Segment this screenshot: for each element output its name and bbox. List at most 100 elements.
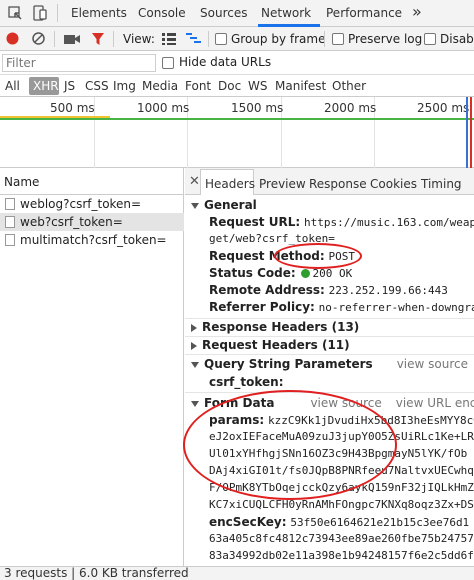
tab-performance[interactable]: Performance [326, 6, 402, 20]
request-headers-section-header[interactable]: Request Headers (11) [191, 338, 350, 352]
network-toolbar: View: Group by frame Preserve log Disabl [0, 27, 474, 51]
field-label: encSecKey: [209, 515, 287, 529]
request-method-row: Request Method: POST [209, 249, 355, 263]
device-toolbar-icon[interactable] [32, 5, 48, 21]
timeline-overview[interactable]: 500 ms 1000 ms 1500 ms 2000 ms 2500 ms [0, 97, 474, 168]
encseckey-row: encSecKey: 53f50e6164621e21b15c3ee76d1 [209, 515, 469, 529]
tab-sources[interactable]: Sources [200, 6, 247, 20]
section-divider [185, 336, 474, 337]
general-section-header[interactable]: General [191, 198, 257, 212]
tab-timing[interactable]: Timing [421, 177, 462, 191]
tab-console[interactable]: Console [138, 6, 186, 20]
divider [208, 31, 209, 47]
divider [57, 4, 58, 22]
type-img[interactable]: Img [113, 79, 136, 93]
clear-icon[interactable] [32, 32, 45, 45]
type-font[interactable]: Font [185, 79, 211, 93]
params-value-line: KC7xiCUQLCFH0yRnAMhFOngpc7KNXq8oqz3Zx+DS [209, 498, 474, 511]
domcontentloaded-marker [466, 97, 468, 168]
field-label: Remote Address: [209, 283, 325, 297]
timeline-bar [0, 118, 474, 120]
section-title: Form Data [204, 396, 275, 410]
tab-response[interactable]: Response [309, 177, 367, 191]
type-css[interactable]: CSS [85, 79, 109, 93]
timeline-label: 500 ms [50, 101, 95, 115]
devtools-tab-bar: Elements Console Sources Network Perform… [0, 0, 474, 27]
expand-triangle-icon [191, 361, 199, 368]
type-ws[interactable]: WS [248, 79, 267, 93]
type-media[interactable]: Media [142, 79, 178, 93]
resource-type-filter: All XHR JS CSS Img Media Font Doc WS Man… [0, 75, 474, 97]
params-value-line: eJ2oxIEFaceMuA09zuJ3jupY0O5ZsUiRLc1Ke+LR [209, 430, 474, 443]
request-url-row: Request URL: https://music.163.com/weapi… [209, 215, 474, 229]
disable-cache-checkbox[interactable] [424, 33, 436, 45]
divider [113, 31, 114, 47]
tab-headers[interactable]: Headers [205, 177, 255, 191]
request-row[interactable]: weblog?csrf_token= [0, 195, 184, 213]
expand-triangle-icon [191, 202, 199, 209]
type-js[interactable]: JS [64, 79, 75, 93]
section-title: General [204, 198, 257, 212]
large-rows-icon[interactable] [162, 33, 176, 45]
hide-data-urls-checkbox[interactable] [162, 57, 174, 69]
query-string-section-header[interactable]: Query String Parameters view source [191, 357, 468, 371]
overview-waterfall-icon[interactable] [186, 33, 201, 45]
timeline-label: 2000 ms [324, 101, 377, 115]
group-by-frame-checkbox[interactable] [215, 33, 227, 45]
field-label: params: [209, 413, 265, 427]
view-url-encoded-link[interactable]: view URL encoded [396, 396, 474, 410]
timeline-label: 1000 ms [137, 101, 190, 115]
type-manifest[interactable]: Manifest [275, 79, 326, 93]
field-label: Status Code: [209, 266, 296, 280]
request-row[interactable]: multimatch?csrf_token= [0, 231, 184, 249]
document-icon [5, 216, 15, 228]
tab-preview[interactable]: Preview [259, 177, 306, 191]
tab-network[interactable]: Network [261, 6, 311, 20]
request-row-selected[interactable]: web?csrf_token= [0, 213, 184, 231]
divider [324, 31, 325, 47]
name-column-header[interactable]: Name [0, 168, 184, 195]
record-icon[interactable] [6, 32, 19, 45]
remote-address-value: 223.252.199.66:443 [328, 284, 448, 297]
capture-screenshots-icon[interactable] [64, 33, 80, 45]
form-data-section-header[interactable]: Form Data view source view URL encoded [191, 396, 474, 410]
type-xhr[interactable]: XHR [33, 79, 59, 93]
type-doc[interactable]: Doc [218, 79, 241, 93]
referrer-policy-value: no-referrer-when-downgrade [318, 301, 474, 314]
view-source-link[interactable]: view source [397, 357, 468, 371]
preserve-log-checkbox[interactable] [332, 33, 344, 45]
tab-cookies[interactable]: Cookies [370, 177, 417, 191]
request-list: Name weblog?csrf_token= web?csrf_token= … [0, 168, 184, 566]
request-url-value: https://music.163.com/weapi/ [303, 216, 474, 229]
response-headers-section-header[interactable]: Response Headers (13) [191, 320, 359, 334]
inspect-element-icon[interactable] [8, 6, 23, 21]
expand-triangle-icon [191, 400, 199, 407]
collapse-triangle-icon [191, 323, 197, 332]
filter-icon[interactable] [91, 32, 105, 46]
document-icon [5, 234, 15, 246]
params-value: kzzC9Kk1jDvudiHx5bd8I3heEsMYY8cG [267, 414, 474, 427]
more-tabs-icon[interactable]: » [412, 2, 422, 21]
request-method-value: POST [328, 250, 356, 263]
view-source-link[interactable]: view source [310, 396, 381, 410]
request-details: ✕ Headers Preview Response Cookies Timin… [185, 168, 474, 566]
collapse-triangle-icon [191, 341, 197, 350]
field-label: Referrer Policy: [209, 300, 315, 314]
request-name: web?csrf_token= [20, 215, 123, 229]
close-details-icon[interactable]: ✕ [189, 174, 200, 189]
params-value-line: Ul01xYHfhgjSNn16OZ3c9H43BpgmayN5lYK/fOb [209, 447, 468, 460]
section-divider [185, 318, 474, 319]
type-other[interactable]: Other [332, 79, 366, 93]
type-all[interactable]: All [5, 79, 20, 93]
section-divider [185, 354, 474, 355]
section-title: Response Headers (13) [202, 320, 360, 334]
status-code-value: 200 OK [312, 267, 353, 280]
divider [54, 31, 55, 47]
field-label: Request URL: [209, 215, 301, 229]
filter-bar: Hide data URLs [0, 51, 474, 75]
document-icon [5, 198, 15, 210]
tab-elements[interactable]: Elements [71, 6, 127, 20]
section-divider [185, 392, 474, 393]
filter-input[interactable] [2, 54, 156, 72]
hide-data-urls-label: Hide data URLs [179, 55, 272, 69]
